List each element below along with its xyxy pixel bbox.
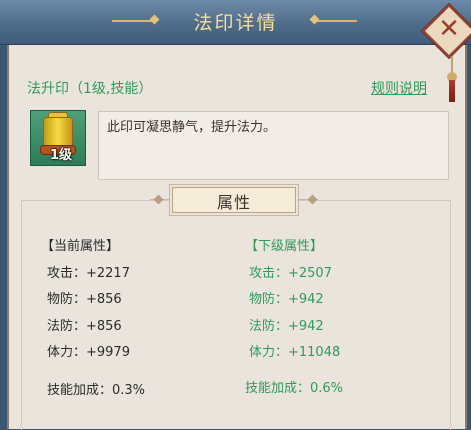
description-text: 此印可凝思静气，提升法力。	[107, 120, 277, 135]
next-skill-bonus: 技能加成：0.6%	[245, 381, 344, 396]
skill-name: 法升印（1级,技能）	[27, 81, 153, 97]
current-physical-defense: 物防：+856	[47, 292, 122, 307]
next-physical-defense: 物防：+942	[249, 292, 324, 307]
current-attack: 攻击：+2217	[47, 266, 130, 281]
next-magic-defense: 法防：+942	[249, 319, 324, 334]
attributes-title: 属性	[216, 193, 251, 212]
current-magic-defense: 法防：+856	[47, 319, 122, 334]
tassel-string-icon	[449, 80, 455, 102]
rules-link[interactable]: 规则说明	[371, 78, 427, 98]
next-stamina: 体力：+11048	[249, 345, 341, 360]
next-attributes-header: 【下级属性】	[245, 239, 324, 254]
next-attack: 攻击：+2507	[249, 266, 332, 281]
level-badge: 1级	[49, 148, 73, 163]
current-attributes-header: 【当前属性】	[41, 239, 120, 254]
dialog-title: 法印详情	[193, 12, 278, 34]
description-box: 此印可凝思静气，提升法力。	[98, 111, 449, 180]
current-stamina: 体力：+9979	[47, 345, 130, 360]
current-skill-bonus: 技能加成：0.3%	[47, 383, 146, 398]
close-icon[interactable]: ✕	[432, 12, 466, 46]
seal-detail-dialog: 法印详情 ✕ 法升印（1级,技能） 规则说明 1级 此印可凝思静气，提升法力。 …	[0, 0, 471, 430]
